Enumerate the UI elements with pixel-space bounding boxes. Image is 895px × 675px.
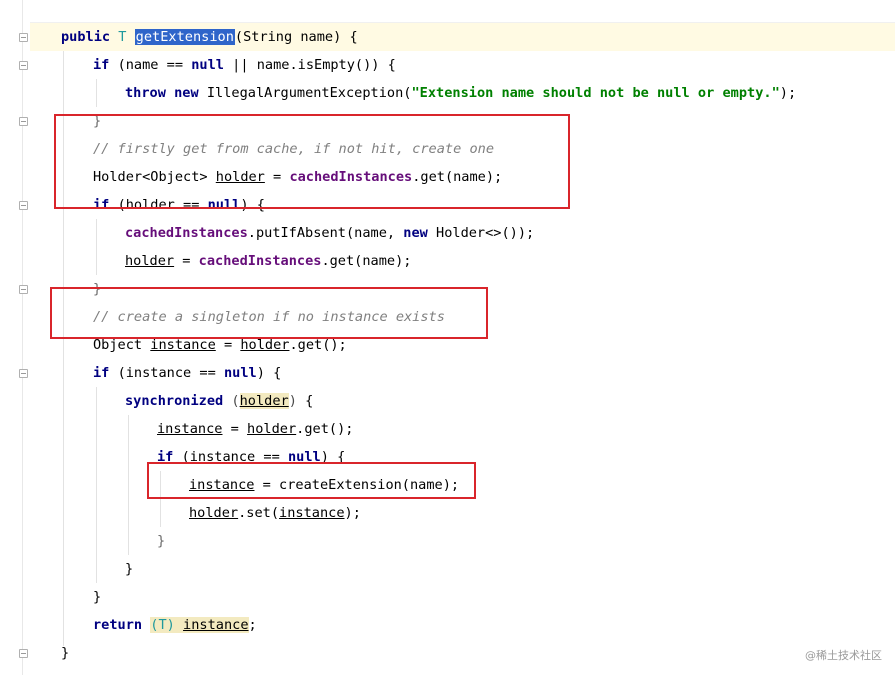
code-text: .set( <box>238 505 280 521</box>
code-text: Holder<>()); <box>436 225 535 241</box>
annotation-box-cache <box>54 114 570 209</box>
code-text: ; <box>248 617 257 633</box>
keyword-null: null <box>223 365 257 381</box>
fold-icon[interactable] <box>19 61 28 70</box>
code-text: .putIfAbsent(name, <box>247 225 404 241</box>
code-line[interactable]: } <box>30 527 165 555</box>
code-text: .get(); <box>289 337 347 353</box>
variable-instance: instance <box>279 505 345 521</box>
brace: } <box>61 645 70 661</box>
fold-icon[interactable] <box>19 117 28 126</box>
annotation-box-create <box>147 462 476 499</box>
type-param: T <box>158 617 167 633</box>
code-text: ) { <box>256 365 282 381</box>
method-params: (String name) { <box>234 29 358 45</box>
keyword-if: if <box>93 365 110 381</box>
code-line[interactable]: public T getExtension(String name) { <box>30 23 358 51</box>
variable-instance: instance <box>183 617 249 633</box>
variable-holder-highlight: holder <box>239 393 289 409</box>
code-line[interactable]: instance = holder.get(); <box>30 415 353 443</box>
keyword-throw: throw <box>125 85 166 101</box>
code-line[interactable]: holder.set(instance); <box>30 499 361 527</box>
code-line[interactable]: } <box>30 583 101 611</box>
method-name-selected[interactable]: getExtension <box>134 29 235 45</box>
keyword-synchronized: synchronized <box>125 393 224 409</box>
previous-line-area <box>30 0 895 23</box>
keyword-new: new <box>174 85 199 101</box>
watermark: @稀土技术社区 <box>805 649 882 662</box>
keyword-new: new <box>403 225 428 241</box>
string-literal: "Extension name should not be null or em… <box>411 85 780 101</box>
field-cached-instances: cachedInstances <box>125 225 248 241</box>
variable-instance: instance <box>150 337 216 353</box>
brace: } <box>157 533 166 549</box>
code-line[interactable]: throw new IllegalArgumentException("Exte… <box>30 79 796 107</box>
keyword-public: public <box>61 29 111 45</box>
fold-icon[interactable] <box>19 33 28 42</box>
fold-icon[interactable] <box>19 369 28 378</box>
variable-holder: holder <box>189 505 239 521</box>
editor-gutter <box>0 0 23 675</box>
code-line[interactable]: synchronized (holder) { <box>30 387 313 415</box>
variable-holder: holder <box>125 253 175 269</box>
code-text: .get(name); <box>321 253 412 269</box>
fold-icon[interactable] <box>19 649 28 658</box>
keyword-null: null <box>191 57 224 73</box>
code-line[interactable]: if (instance == null) { <box>30 359 281 387</box>
brace: } <box>93 589 102 605</box>
code-text: (name == <box>117 57 192 73</box>
variable-holder: holder <box>247 421 297 437</box>
code-text: Object <box>93 337 151 353</box>
code-line[interactable]: holder = cachedInstances.get(name); <box>30 247 411 275</box>
type-param: T <box>118 29 127 45</box>
code-text: .get(); <box>296 421 354 437</box>
code-text: (instance == <box>117 365 224 381</box>
code-line[interactable]: } <box>30 639 69 667</box>
annotation-box-singleton <box>50 287 488 339</box>
code-line[interactable]: return (T) instance; <box>30 611 257 639</box>
code-text: { <box>296 393 314 409</box>
paren: ( <box>231 393 240 409</box>
fold-icon[interactable] <box>19 285 28 294</box>
code-text: || name.isEmpty()) { <box>223 57 396 73</box>
field-cached-instances: cachedInstances <box>198 253 322 269</box>
code-text: = <box>215 337 241 353</box>
code-line[interactable]: } <box>30 555 133 583</box>
keyword-return: return <box>93 617 143 633</box>
variable-instance: instance <box>157 421 223 437</box>
brace: } <box>125 561 134 577</box>
code-text: = <box>222 421 248 437</box>
code-text: = <box>174 253 199 269</box>
code-line[interactable]: if (name == null || name.isEmpty()) { <box>30 51 396 79</box>
keyword-if: if <box>93 57 110 73</box>
code-text: ); <box>344 505 361 521</box>
code-line[interactable]: cachedInstances.putIfAbsent(name, new Ho… <box>30 219 534 247</box>
variable-holder: holder <box>240 337 290 353</box>
code-text: IllegalArgumentException( <box>206 85 412 101</box>
code-text: ); <box>779 85 797 101</box>
fold-icon[interactable] <box>19 201 28 210</box>
